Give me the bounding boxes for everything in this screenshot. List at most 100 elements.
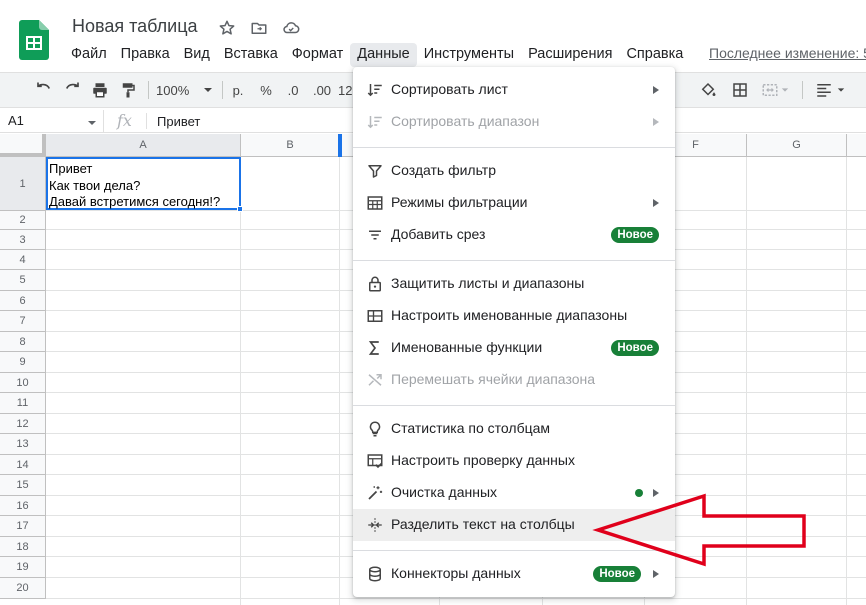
menu-extensions[interactable]: Расширения <box>521 43 619 67</box>
menu-item-filter-views[interactable]: Режимы фильтрации <box>353 187 675 219</box>
menu-tools[interactable]: Инструменты <box>417 43 521 67</box>
new-badge: Новое <box>611 227 659 243</box>
star-icon[interactable] <box>216 17 238 39</box>
row-header-13[interactable]: 13 <box>0 434 46 455</box>
menu-item-create-filter[interactable]: Создать фильтр <box>353 155 675 187</box>
row-header-2[interactable]: 2 <box>0 211 46 230</box>
cell-a1-line-2: Как твои дела? <box>49 177 141 193</box>
selection-fill-handle[interactable] <box>237 206 243 212</box>
named-ranges-icon <box>365 306 385 326</box>
menu-item-data-validation[interactable]: Настроить проверку данных <box>353 445 675 477</box>
row-header-14[interactable]: 14 <box>0 455 46 475</box>
row-header-15[interactable]: 15 <box>0 475 46 496</box>
more-formats-button[interactable]: 123 <box>338 73 352 107</box>
document-title[interactable]: Новая таблица <box>72 16 198 37</box>
cell-a1-line-1: Привет <box>49 161 93 176</box>
column-header-a[interactable]: A <box>46 134 241 157</box>
last-edit-link[interactable]: Последнее изменение: 5 <box>709 45 866 61</box>
chevron-down-icon <box>837 88 845 92</box>
row-header-5[interactable]: 5 <box>0 270 46 291</box>
row-header-6[interactable]: 6 <box>0 291 46 311</box>
database-icon <box>365 564 385 584</box>
new-badge: Новое <box>611 340 659 356</box>
chevron-down-icon <box>781 88 789 92</box>
sheets-logo-icon[interactable] <box>19 20 49 60</box>
formula-input[interactable]: Привет <box>157 114 200 129</box>
menu-help[interactable]: Справка <box>619 43 690 67</box>
annotation-arrow-icon <box>592 493 806 567</box>
menu-edit[interactable]: Правка <box>114 43 177 67</box>
shuffle-icon <box>365 370 385 390</box>
menu-bar: Файл Правка Вид Вставка Формат Данные Ин… <box>64 43 690 67</box>
zoom-value: 100% <box>156 82 190 98</box>
fx-icon: fx <box>117 111 132 130</box>
lock-icon <box>365 274 385 294</box>
fill-color-icon[interactable] <box>696 73 720 107</box>
row-header-3[interactable]: 3 <box>0 230 46 250</box>
menu-format[interactable]: Формат <box>285 43 351 67</box>
menu-view[interactable]: Вид <box>177 43 217 67</box>
slicer-icon <box>365 225 385 245</box>
cell-reference: A1 <box>8 113 24 128</box>
menu-item-randomize-range: Перемешать ячейки диапазона <box>353 364 675 396</box>
submenu-arrow-icon <box>653 199 659 207</box>
menu-file[interactable]: Файл <box>64 43 114 67</box>
menu-item-column-stats[interactable]: Статистика по столбцам <box>353 413 675 445</box>
chevron-down-icon <box>204 88 213 92</box>
cell-a1[interactable]: Привет Как твои дела? Давай встретимся с… <box>46 157 241 210</box>
menu-item-named-functions[interactable]: Именованные функции Новое <box>353 332 675 364</box>
sort-icon <box>365 80 385 100</box>
merge-cells-icon[interactable] <box>758 73 792 107</box>
horizontal-align-icon[interactable] <box>810 73 850 107</box>
paint-format-icon[interactable] <box>116 73 140 107</box>
chevron-down-icon[interactable] <box>87 118 97 128</box>
borders-icon[interactable] <box>728 73 752 107</box>
split-text-icon <box>365 515 385 535</box>
data-validation-icon <box>365 451 385 471</box>
row-header-19[interactable]: 19 <box>0 557 46 578</box>
row-header-11[interactable]: 11 <box>0 393 46 414</box>
row-header-18[interactable]: 18 <box>0 537 46 557</box>
menu-item-sort-range: Сортировать диапазон <box>353 106 675 138</box>
zoom-select[interactable]: 100% <box>156 73 216 107</box>
currency-button[interactable]: р. <box>228 73 248 107</box>
row-header-16[interactable]: 16 <box>0 496 46 516</box>
filter-views-icon <box>365 193 385 213</box>
increase-decimal-button[interactable]: .00 <box>310 73 334 107</box>
row-header-4[interactable]: 4 <box>0 250 46 270</box>
sort-range-icon <box>365 112 385 132</box>
row-header-17[interactable]: 17 <box>0 516 46 537</box>
submenu-arrow-icon <box>653 570 659 578</box>
row-header-9[interactable]: 9 <box>0 352 46 373</box>
column-header-b[interactable]: B <box>241 134 340 157</box>
column-resize-handle[interactable] <box>338 134 342 157</box>
row-header-7[interactable]: 7 <box>0 311 46 332</box>
row-header-20[interactable]: 20 <box>0 578 46 599</box>
column-header-h[interactable] <box>847 134 866 157</box>
menu-data[interactable]: Данные <box>350 43 417 67</box>
submenu-arrow-icon <box>653 118 659 126</box>
cloud-status-icon[interactable] <box>280 17 302 39</box>
menu-item-sort-sheet[interactable]: Сортировать лист <box>353 74 675 106</box>
row-header-12[interactable]: 12 <box>0 414 46 434</box>
menu-insert[interactable]: Вставка <box>217 43 285 67</box>
redo-icon[interactable] <box>60 73 84 107</box>
row-header-10[interactable]: 10 <box>0 373 46 393</box>
percent-button[interactable]: % <box>256 73 276 107</box>
undo-icon[interactable] <box>32 73 56 107</box>
column-header-g[interactable]: G <box>747 134 847 157</box>
lightbulb-icon <box>365 419 385 439</box>
decrease-decimal-button[interactable]: .0 <box>283 73 303 107</box>
sigma-icon <box>365 338 385 358</box>
row-header-8[interactable]: 8 <box>0 332 46 352</box>
row-header-1[interactable]: 1 <box>0 157 46 211</box>
submenu-arrow-icon <box>653 86 659 94</box>
menu-item-named-ranges[interactable]: Настроить именованные диапазоны <box>353 300 675 332</box>
menu-item-protect-ranges[interactable]: Защитить листы и диапазоны <box>353 268 675 300</box>
cell-a1-line-3: Давай встретимся сегодня!? <box>49 194 221 209</box>
select-all-corner[interactable] <box>0 134 46 157</box>
move-folder-icon[interactable] <box>248 17 270 39</box>
magic-wand-icon <box>365 483 385 503</box>
print-icon[interactable] <box>88 73 112 107</box>
menu-item-add-slicer[interactable]: Добавить срез Новое <box>353 219 675 251</box>
